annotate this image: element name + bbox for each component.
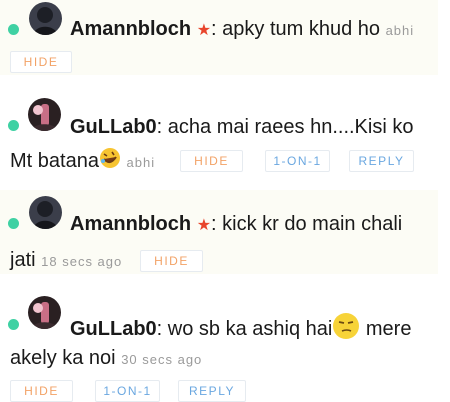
message-line: Mt batana abhi: [10, 147, 155, 176]
username[interactable]: GuLLab0: [70, 116, 157, 138]
avatar[interactable]: [28, 98, 61, 131]
timestamp: 30 secs ago: [121, 352, 203, 367]
message-text: : kick kr do main chali: [211, 213, 403, 235]
chat-message: GuLLab0: acha mai raees hn....Kisi ko Mt…: [0, 95, 438, 185]
message-text: : wo sb ka ashiq hai: [156, 317, 333, 340]
username[interactable]: GuLLab0: [70, 318, 157, 340]
message-line: GuLLab0: wo sb ka ashiq hai mere: [70, 312, 411, 347]
hide-button[interactable]: HIDE: [140, 250, 203, 272]
message-text: : acha mai raees hn....Kisi ko: [156, 116, 414, 138]
avatar[interactable]: [29, 196, 62, 229]
one-on-one-button[interactable]: 1-ON-1: [95, 380, 160, 402]
message-line: jati 18 secs ago: [10, 247, 122, 275]
message-text: : apky tum khud ho: [211, 18, 381, 40]
message-line: akely ka noi 30 secs ago: [10, 345, 202, 373]
rofl-emoji-icon: [99, 147, 121, 176]
star-icon: ★: [196, 217, 212, 234]
message-text: Mt batana: [10, 149, 99, 172]
online-status-dot: [8, 24, 19, 35]
message-text: mere: [360, 317, 412, 340]
timestamp: 18 secs ago: [41, 254, 123, 269]
avatar[interactable]: [28, 296, 61, 329]
chat-message: Amannbloch ★: kick kr do main chali jati…: [0, 190, 438, 274]
timestamp: abhi: [126, 154, 156, 170]
message-line: Amannbloch ★: apky tum khud ho abhi: [70, 16, 414, 44]
username[interactable]: Amannbloch: [70, 18, 191, 40]
hide-button[interactable]: HIDE: [180, 150, 243, 172]
one-on-one-button[interactable]: 1-ON-1: [265, 150, 330, 172]
online-status-dot: [8, 319, 19, 330]
message-line: GuLLab0: acha mai raees hn....Kisi ko: [70, 114, 413, 140]
hide-button[interactable]: HIDE: [10, 380, 73, 402]
hide-button[interactable]: HIDE: [10, 51, 72, 73]
timestamp: abhi: [385, 23, 415, 38]
username[interactable]: Amannbloch: [70, 213, 191, 235]
smirk-emoji-icon: [332, 312, 360, 347]
reply-button[interactable]: REPLY: [178, 380, 246, 402]
reply-button[interactable]: REPLY: [349, 150, 414, 172]
online-status-dot: [8, 120, 19, 131]
star-icon: ★: [196, 22, 212, 39]
message-text: jati: [10, 249, 36, 271]
message-text: akely ka noi: [10, 347, 116, 369]
chat-message: GuLLab0: wo sb ka ashiq hai mere akely k…: [0, 292, 438, 402]
online-status-dot: [8, 218, 19, 229]
message-line: Amannbloch ★: kick kr do main chali: [70, 211, 402, 239]
avatar[interactable]: [29, 2, 62, 35]
chat-message: Amannbloch ★: apky tum khud ho abhi HIDE: [0, 0, 438, 75]
